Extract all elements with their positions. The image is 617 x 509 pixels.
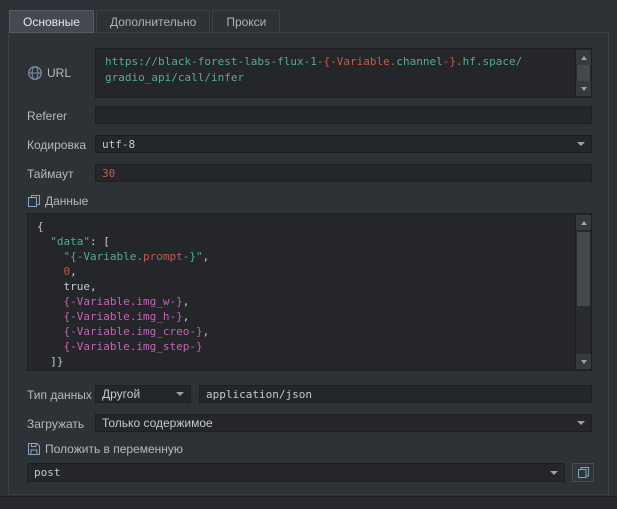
variable-dropdown[interactable]: post [27,463,565,482]
tab-advanced[interactable]: Дополнительно [96,10,210,33]
url-code-text: https://black-forest-labs-flux-1-{-Varia… [105,54,573,95]
encoding-value: utf-8 [102,138,135,151]
data-scroll-up-icon[interactable] [576,215,591,230]
data-scrollbar[interactable] [575,215,590,369]
timeout-value: 30 [102,167,115,180]
url-label-group: URL [27,65,71,81]
chevron-down-icon [577,421,585,425]
load-value: Только содержимое [102,416,213,430]
dialog-bottom-edge [0,496,617,509]
data-input[interactable]: { "data": [ "{-Variable.prompt-}", 0, tr… [27,213,592,371]
content-type-input[interactable]: application/json [199,385,592,403]
data-code-text: { "data": [ "{-Variable.prompt-}", 0, tr… [37,219,573,368]
variable-label: Положить в переменную [45,442,183,456]
referer-label: Referer [27,109,67,123]
timeout-label: Таймаут [27,167,73,181]
referer-input[interactable] [95,106,592,124]
data-scroll-thumb[interactable] [577,232,590,306]
tab-advanced-label: Дополнительно [110,15,196,29]
tab-proxy[interactable]: Прокси [212,10,280,33]
load-label: Загружать [27,417,84,431]
data-scroll-down-icon[interactable] [576,354,591,369]
data-type-value: Другой [102,387,140,401]
tab-proxy-label: Прокси [226,15,266,29]
data-section-header: Данные [27,194,88,208]
data-label: Данные [45,194,88,208]
chevron-down-icon [577,142,585,146]
url-input[interactable]: https://black-forest-labs-flux-1-{-Varia… [95,48,592,98]
http-request-settings-dialog: Основные Дополнительно Прокси URL https:… [0,0,617,509]
variable-section-header: Положить в переменную [27,442,183,456]
chevron-down-icon [176,392,184,396]
data-type-label: Тип данных [27,388,92,402]
copy-icon [577,466,590,479]
save-icon [27,442,41,456]
globe-icon [27,65,43,81]
chevron-down-icon [550,471,558,475]
url-label: URL [47,66,71,80]
variable-value: post [34,466,61,479]
load-dropdown[interactable]: Только содержимое [95,414,592,432]
tab-main[interactable]: Основные [9,10,94,33]
url-scroll-up-icon[interactable] [576,50,591,65]
data-type-dropdown[interactable]: Другой [95,385,191,403]
url-scrollbar[interactable] [575,50,590,96]
pages-icon [27,194,41,208]
tab-bar: Основные Дополнительно Прокси [9,10,282,33]
encoding-label: Кодировка [27,138,86,152]
timeout-input[interactable]: 30 [95,164,592,182]
url-scroll-down-icon[interactable] [576,81,591,96]
tab-main-label: Основные [23,15,80,29]
content-type-value: application/json [206,388,312,401]
encoding-dropdown[interactable]: utf-8 [95,135,592,153]
copy-variable-button[interactable] [572,463,594,482]
